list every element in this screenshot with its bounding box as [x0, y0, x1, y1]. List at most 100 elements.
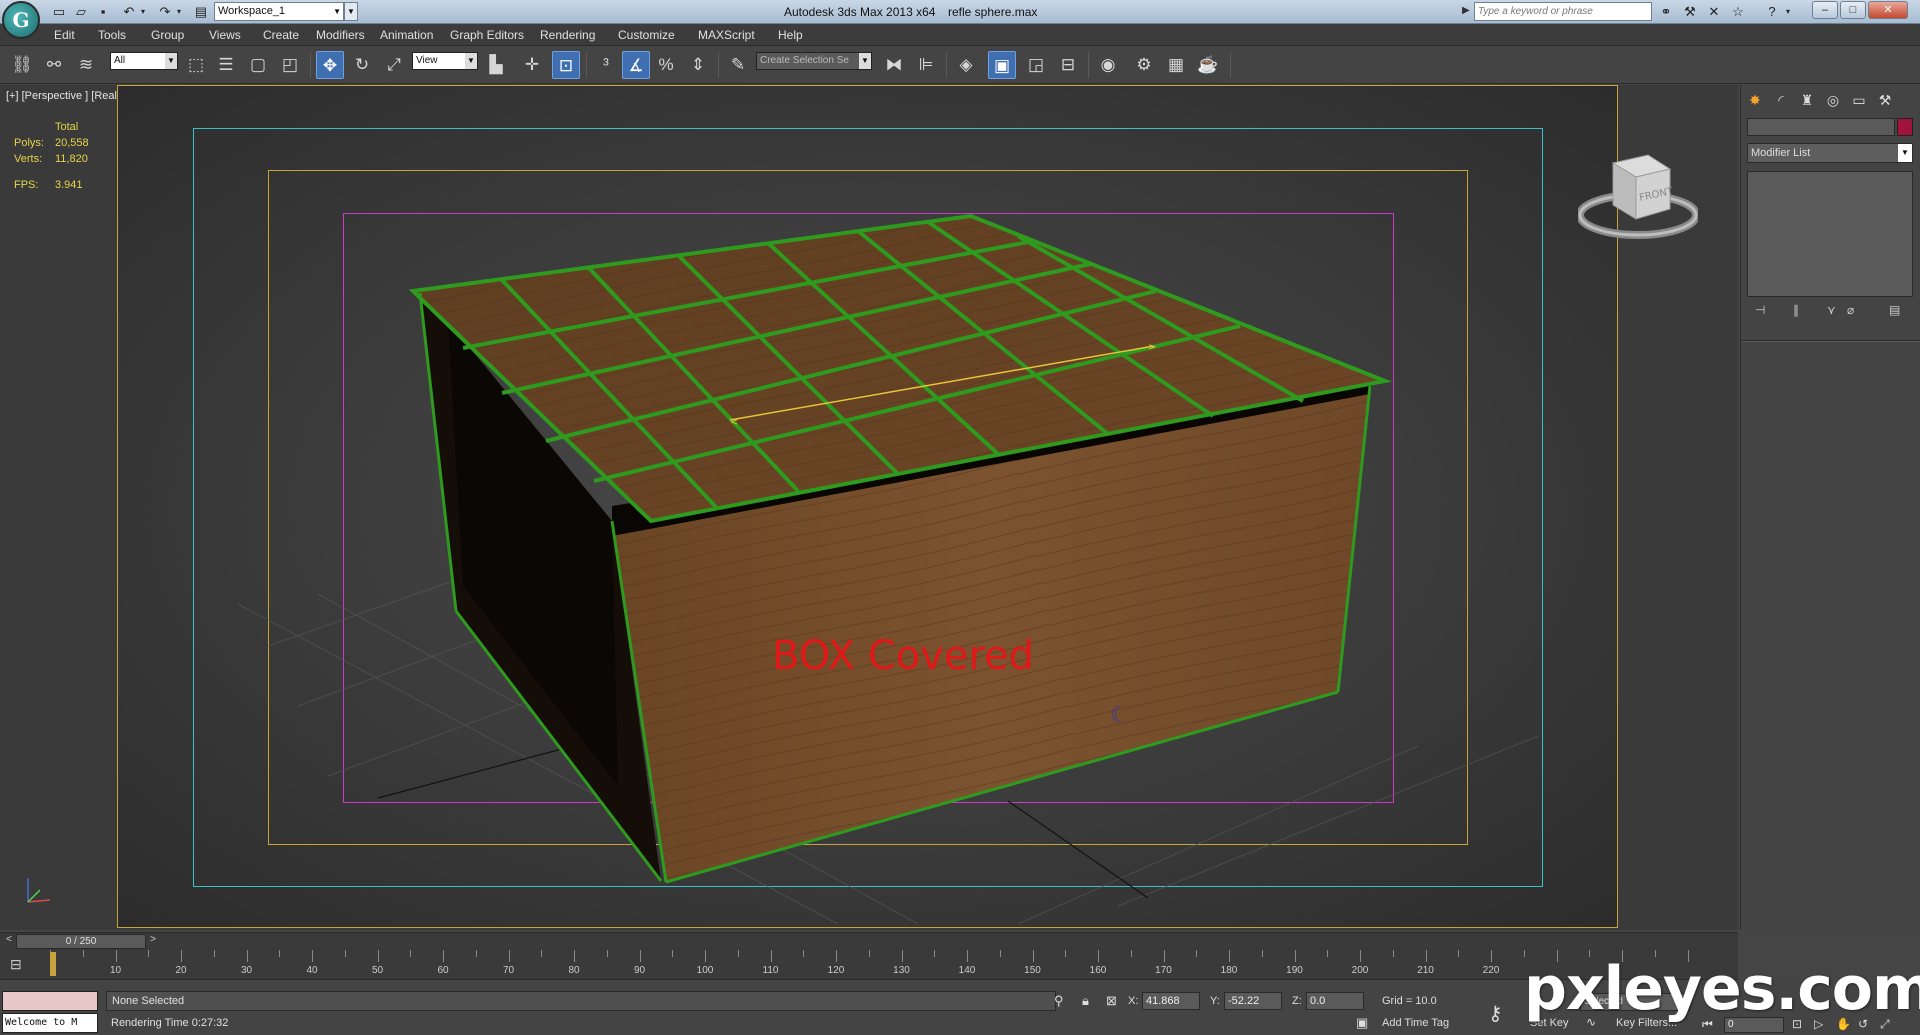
- select-and-move-icon[interactable]: ✥: [316, 51, 344, 79]
- object-name-field[interactable]: [1747, 118, 1895, 136]
- reference-coordinate-dropdown[interactable]: View ▼: [412, 52, 478, 70]
- app-logo-icon[interactable]: G: [2, 1, 40, 39]
- menu-edit[interactable]: Edit: [54, 28, 75, 42]
- key-icon[interactable]: ⚷: [1488, 1001, 1503, 1026]
- track-bar[interactable]: ⊟ 10 20 30 40 50 60 70 80 90 100 110 120 130 140 150 16…: [0, 950, 1738, 980]
- selection-lock-icon[interactable]: 🔒︎: [1082, 993, 1089, 1009]
- graphite-ribbon-icon[interactable]: ▣: [988, 51, 1016, 79]
- select-by-name-icon[interactable]: ☰: [212, 51, 240, 79]
- menu-graph-editors[interactable]: Graph Editors: [450, 28, 524, 42]
- redo-dropdown-icon[interactable]: ▾: [170, 3, 188, 21]
- frame-ruler[interactable]: 10 20 30 40 50 60 70 80 90 100 110 120 130 140 150 160 1…: [50, 950, 1690, 980]
- menu-modifiers[interactable]: Modifiers: [316, 28, 365, 42]
- save-file-icon[interactable]: ▪: [94, 3, 112, 21]
- box-covered-annotation: BOX Covered: [772, 633, 1034, 679]
- isolate-selection-icon[interactable]: ⚲: [1054, 993, 1064, 1009]
- new-file-icon[interactable]: ▭: [50, 3, 68, 21]
- edit-named-selection-icon[interactable]: ✎: [724, 51, 752, 79]
- minimize-button[interactable]: –: [1812, 1, 1838, 19]
- workspace-selector[interactable]: Workspace_1 ▼: [214, 2, 344, 21]
- absolute-mode-icon[interactable]: ⊠: [1106, 993, 1117, 1009]
- time-slider-thumb[interactable]: 0 / 250: [16, 934, 146, 949]
- select-and-rotate-icon[interactable]: ↻: [348, 51, 376, 79]
- project-folder-icon[interactable]: ▤: [192, 3, 210, 21]
- menu-animation[interactable]: Animation: [380, 28, 433, 42]
- maximize-button[interactable]: □: [1840, 1, 1866, 19]
- layer-manager-icon[interactable]: ◈: [952, 51, 980, 79]
- menu-rendering[interactable]: Rendering: [540, 28, 595, 42]
- rendered-frame-window-icon[interactable]: ▦: [1162, 51, 1190, 79]
- material-editor-icon[interactable]: ◉: [1094, 51, 1122, 79]
- time-prev-icon[interactable]: <: [2, 934, 16, 949]
- undo-dropdown-icon[interactable]: ▾: [134, 3, 152, 21]
- menu-tools[interactable]: Tools: [98, 28, 126, 42]
- communication-icon[interactable]: ✕: [1704, 3, 1724, 21]
- snaps-toggle-icon[interactable]: ³: [592, 51, 620, 79]
- menu-views[interactable]: Views: [209, 28, 241, 42]
- quick-access-dropdown[interactable]: ▼: [344, 2, 358, 21]
- current-frame-marker[interactable]: [50, 952, 56, 976]
- maxscript-listener-input[interactable]: [2, 991, 98, 1011]
- schematic-view-icon[interactable]: ⊟: [1054, 51, 1082, 79]
- manipulate-icon[interactable]: ✛: [518, 51, 546, 79]
- motion-tab-icon[interactable]: ◎: [1821, 89, 1845, 111]
- modify-tab-icon[interactable]: ◜: [1769, 89, 1793, 111]
- x-coordinate-field[interactable]: 41.868: [1142, 992, 1200, 1010]
- create-tab-icon[interactable]: ✸: [1743, 89, 1767, 111]
- select-and-link-icon[interactable]: ⛓: [8, 51, 36, 79]
- configure-modifier-sets-icon[interactable]: ▤: [1889, 303, 1900, 317]
- search-input[interactable]: Type a keyword or phrase: [1474, 2, 1652, 21]
- menu-maxscript[interactable]: MAXScript: [698, 28, 755, 42]
- spinner-snap-icon[interactable]: ⇕: [684, 51, 712, 79]
- curve-editor-icon[interactable]: ◲: [1022, 51, 1050, 79]
- remove-modifier-icon[interactable]: ⌀: [1847, 303, 1854, 317]
- window-crossing-icon[interactable]: ◰: [276, 51, 304, 79]
- align-icon[interactable]: ⊫: [912, 51, 940, 79]
- modifier-stack[interactable]: [1747, 171, 1913, 297]
- mini-curve-editor-icon[interactable]: ⊟: [10, 956, 34, 976]
- menu-group[interactable]: Group: [151, 28, 184, 42]
- favorites-icon[interactable]: ☆: [1728, 3, 1748, 21]
- viewcube[interactable]: FRONT: [1578, 143, 1698, 243]
- time-slider[interactable]: < 0 / 250 >: [0, 932, 1738, 950]
- make-unique-icon[interactable]: ⋎: [1827, 303, 1836, 317]
- y-coordinate-field[interactable]: -52.22: [1224, 992, 1282, 1010]
- z-coordinate-field[interactable]: 0.0: [1306, 992, 1364, 1010]
- active-viewport[interactable]: < > BOX Covered ☾ FRONT: [117, 85, 1698, 929]
- bind-to-space-warp-icon[interactable]: ≋: [72, 51, 100, 79]
- utilities-tab-icon[interactable]: ⚒: [1873, 89, 1897, 111]
- scene-render[interactable]: < > BOX Covered ☾: [118, 86, 1619, 929]
- rectangular-selection-icon[interactable]: ▢: [244, 51, 272, 79]
- render-setup-icon[interactable]: ⚙: [1130, 51, 1158, 79]
- show-end-result-icon[interactable]: ∥: [1793, 303, 1799, 317]
- angle-snap-icon[interactable]: ∡: [622, 51, 650, 79]
- selection-filter-dropdown[interactable]: All ▼: [110, 52, 178, 70]
- menu-customize[interactable]: Customize: [618, 28, 675, 42]
- render-production-icon[interactable]: ☕: [1194, 51, 1222, 79]
- close-button[interactable]: ✕: [1868, 1, 1908, 19]
- pivot-center-icon[interactable]: ▙: [482, 51, 510, 79]
- menu-help[interactable]: Help: [778, 28, 803, 42]
- keyboard-shortcut-override-icon[interactable]: ⊡: [552, 51, 580, 79]
- menu-create[interactable]: Create: [263, 28, 299, 42]
- subscription-icon[interactable]: ⚒: [1680, 3, 1700, 21]
- binoculars-icon[interactable]: ⚭: [1656, 3, 1676, 21]
- named-selection-dropdown[interactable]: Create Selection Se ▼: [756, 52, 872, 70]
- hierarchy-tab-icon[interactable]: ♜: [1795, 89, 1819, 111]
- modifier-list-dropdown[interactable]: Modifier List ▼: [1747, 143, 1913, 163]
- pin-stack-icon[interactable]: ⊣: [1755, 303, 1765, 317]
- object-color-swatch[interactable]: [1897, 118, 1913, 136]
- select-object-icon[interactable]: ⬚: [182, 51, 210, 79]
- open-file-icon[interactable]: ▱: [72, 3, 90, 21]
- help-dropdown-icon[interactable]: ▾: [1778, 3, 1798, 21]
- display-tab-icon[interactable]: ▭: [1847, 89, 1871, 111]
- mirror-icon[interactable]: ⧓: [880, 51, 908, 79]
- add-time-tag-button[interactable]: Add Time Tag: [1382, 1017, 1449, 1029]
- unlink-selection-icon[interactable]: ⚯: [40, 51, 68, 79]
- percent-snap-icon[interactable]: %: [652, 51, 680, 79]
- select-and-scale-icon[interactable]: ⤢: [380, 51, 408, 79]
- maxscript-output[interactable]: Welcome to M: [2, 1013, 98, 1033]
- time-tag-icon[interactable]: ▣: [1356, 1015, 1368, 1031]
- infocenter-expand-icon[interactable]: ▶: [1462, 5, 1470, 16]
- time-next-icon[interactable]: >: [146, 934, 160, 949]
